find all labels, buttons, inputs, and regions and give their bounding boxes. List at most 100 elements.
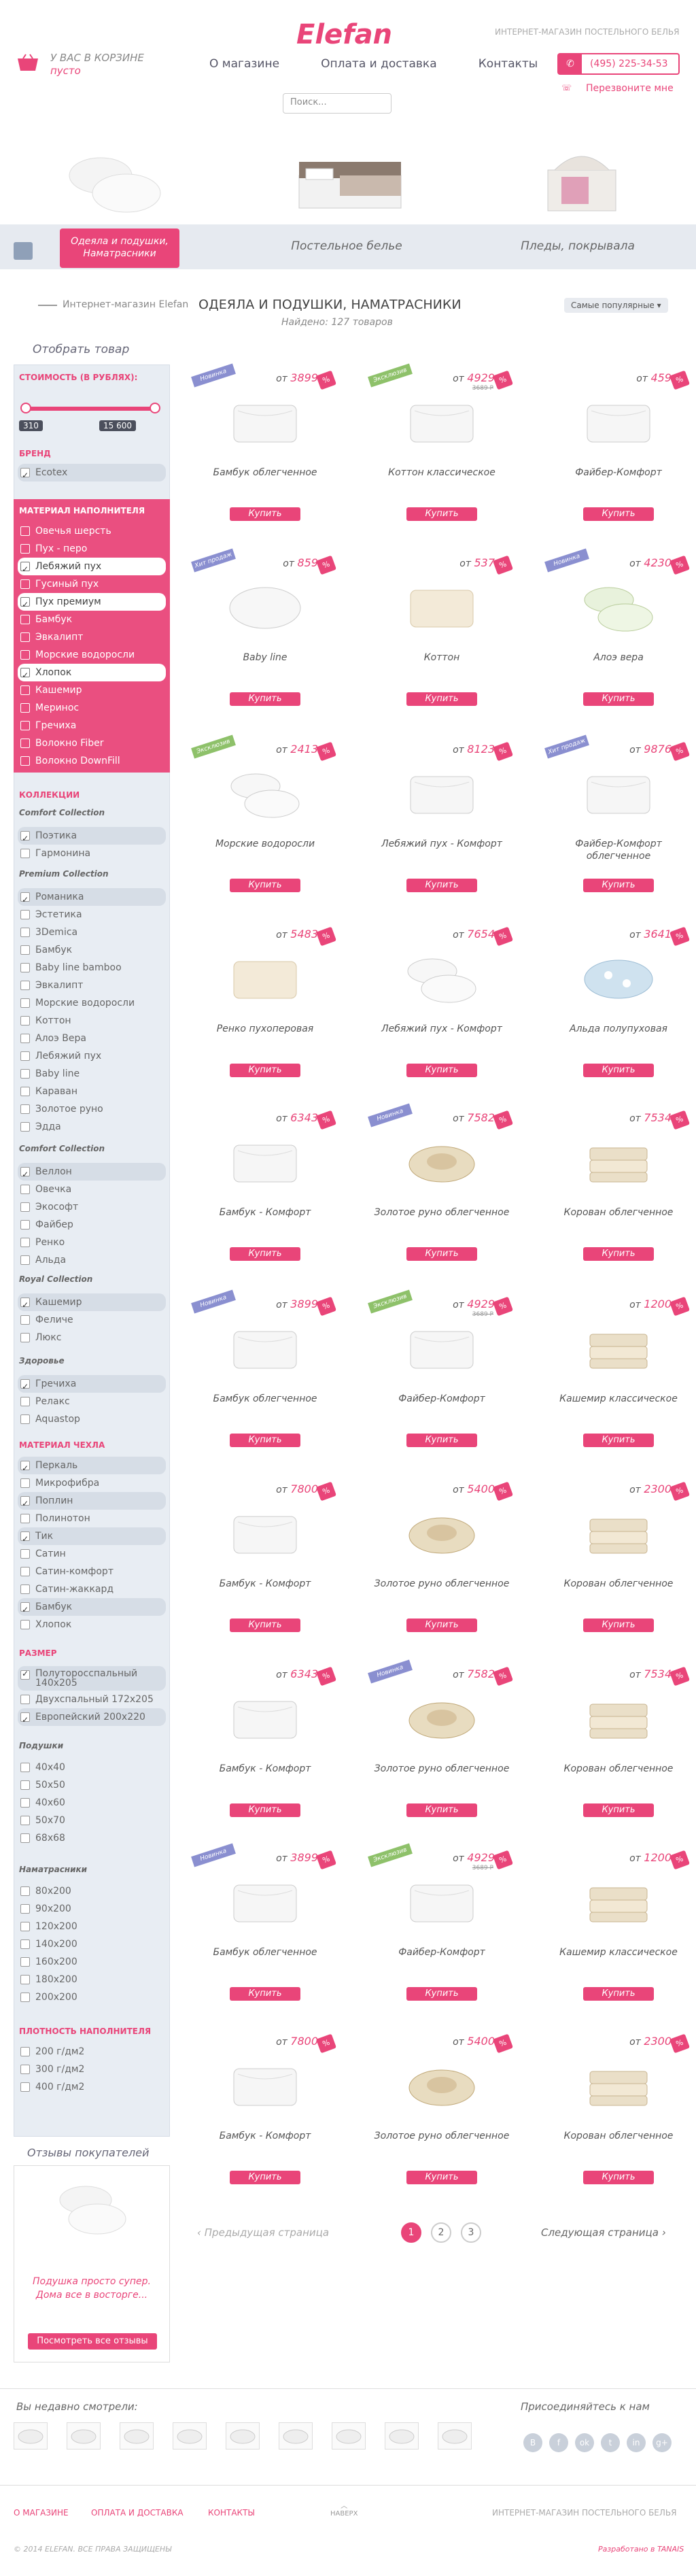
product-name[interactable]: Морские водоросли bbox=[193, 838, 337, 850]
social-icon[interactable]: B bbox=[523, 2433, 542, 2452]
checkbox[interactable] bbox=[20, 721, 30, 730]
buy-button[interactable]: Купить bbox=[230, 1987, 300, 2001]
buy-button[interactable]: Купить bbox=[583, 879, 654, 892]
checkbox-checked[interactable] bbox=[20, 1296, 30, 1314]
filter-option[interactable]: Пух премиум bbox=[18, 593, 166, 613]
product-name[interactable]: Бамбук - Комфорт bbox=[193, 2130, 337, 2142]
buy-button[interactable]: Купить bbox=[230, 879, 300, 892]
product-name[interactable]: Лебяжий пух - Комфорт bbox=[370, 838, 514, 850]
checkbox[interactable] bbox=[20, 1220, 30, 1230]
nav-about[interactable]: О магазине bbox=[209, 57, 279, 71]
checkbox[interactable] bbox=[20, 685, 30, 695]
filter-option[interactable]: Полуторосспальный 140х205 bbox=[18, 1666, 166, 1691]
buy-button[interactable]: Купить bbox=[583, 692, 654, 706]
checkbox[interactable] bbox=[20, 579, 30, 589]
checkbox[interactable] bbox=[20, 1922, 30, 1931]
checkbox[interactable] bbox=[20, 1975, 30, 1984]
category-bedding[interactable]: Постельное белье bbox=[245, 239, 449, 253]
product-name[interactable]: Кашемир классическое bbox=[546, 1393, 691, 1405]
product-name[interactable]: Корован облегченное bbox=[546, 2130, 691, 2142]
product-image[interactable] bbox=[401, 1130, 483, 1191]
checkbox-checked[interactable] bbox=[20, 891, 30, 909]
footer-link-contacts[interactable]: КОНТАКТЫ bbox=[208, 2508, 255, 2518]
product-name[interactable]: Файбер-Комфорт bbox=[370, 1393, 514, 1405]
buy-button[interactable]: Купить bbox=[406, 1619, 477, 1632]
product-name[interactable]: Золотое руно облегченное bbox=[370, 2130, 514, 2142]
buy-button[interactable]: Купить bbox=[230, 1434, 300, 1447]
checkbox[interactable] bbox=[20, 1584, 30, 1594]
checkbox-checked[interactable] bbox=[20, 1459, 30, 1477]
filter-option[interactable]: Морские водоросли bbox=[18, 994, 166, 1012]
filter-option[interactable]: Эстетика bbox=[18, 906, 166, 923]
product-name[interactable]: Бамбук облегченное bbox=[193, 1393, 337, 1405]
checkbox[interactable] bbox=[20, 1016, 30, 1026]
product-card[interactable]: от 5400% Золотое руно облегченное Купить bbox=[370, 2028, 514, 2202]
checkbox[interactable] bbox=[20, 526, 30, 536]
buy-button[interactable]: Купить bbox=[583, 1064, 654, 1077]
product-name[interactable]: Золотое руно облегченное bbox=[370, 1578, 514, 1590]
product-image[interactable] bbox=[224, 2054, 306, 2115]
checkbox[interactable] bbox=[20, 1087, 30, 1096]
product-name[interactable]: Бамбук - Комфорт bbox=[193, 1206, 337, 1219]
checkbox[interactable] bbox=[20, 1202, 30, 1212]
product-image[interactable] bbox=[401, 1687, 483, 1748]
product-name[interactable]: Корован облегченное bbox=[546, 1206, 691, 1219]
product-image[interactable] bbox=[401, 1502, 483, 1563]
filter-option[interactable]: Волокно DownFill bbox=[18, 752, 166, 770]
checkbox-checked[interactable] bbox=[20, 1711, 30, 1729]
product-name[interactable]: Бамбук - Комфорт bbox=[193, 1578, 337, 1590]
product-card[interactable]: от 2300% Корован облегченное Купить bbox=[546, 2028, 691, 2202]
product-card[interactable]: от 7654% Лебяжий пух - Комфорт Купить bbox=[370, 921, 514, 1095]
filter-option[interactable]: Кашемир bbox=[18, 681, 166, 699]
checkbox[interactable] bbox=[20, 1414, 30, 1424]
cart-icon[interactable] bbox=[16, 53, 39, 72]
buy-button[interactable]: Купить bbox=[583, 2171, 654, 2184]
recent-product-thumb[interactable] bbox=[14, 2422, 48, 2450]
product-image[interactable] bbox=[224, 390, 306, 452]
scroll-top[interactable]: ︿ НАВЕРХ bbox=[330, 2500, 358, 2518]
checkbox[interactable] bbox=[20, 615, 30, 624]
filter-option[interactable]: Бамбук bbox=[18, 1598, 166, 1619]
buy-button[interactable]: Купить bbox=[583, 1434, 654, 1447]
filter-option[interactable]: 300 г/дм2 bbox=[18, 2061, 166, 2078]
filter-option[interactable]: 180х200 bbox=[18, 1971, 166, 1988]
filter-option[interactable]: 200х200 bbox=[18, 1988, 166, 2006]
filter-option[interactable]: Хлопок bbox=[18, 664, 166, 684]
phone-box[interactable]: ✆ (495) 225-34-53 bbox=[557, 53, 680, 75]
product-card[interactable]: от 6343% Бамбук - Комфорт Купить bbox=[193, 1661, 337, 1835]
product-image[interactable] bbox=[578, 1870, 659, 1931]
filter-option[interactable]: Кашемир bbox=[18, 1293, 166, 1314]
filter-option[interactable]: Гусиный пух bbox=[18, 575, 166, 593]
buy-button[interactable]: Купить bbox=[583, 1619, 654, 1632]
price-slider-track[interactable] bbox=[23, 407, 158, 411]
filter-option[interactable]: Караван bbox=[18, 1083, 166, 1100]
product-name[interactable]: Лебяжий пух - Комфорт bbox=[370, 1023, 514, 1035]
checkbox[interactable] bbox=[20, 2082, 30, 2092]
filter-option[interactable]: Ренко bbox=[18, 1234, 166, 1251]
checkbox[interactable] bbox=[20, 1122, 30, 1132]
buy-button[interactable]: Купить bbox=[406, 1064, 477, 1077]
filter-option[interactable]: Эвкалипт bbox=[18, 977, 166, 994]
product-card[interactable]: от 9876% Хит продаж Файбер-Комфорт облегче… bbox=[544, 734, 691, 910]
product-name[interactable]: Золотое руно облегченное bbox=[370, 1206, 514, 1219]
checkbox[interactable] bbox=[20, 1886, 30, 1896]
filter-option[interactable]: Baby line bamboo bbox=[18, 959, 166, 977]
product-card[interactable]: от 7800% Бамбук - Комфорт Купить bbox=[193, 2028, 337, 2202]
footer-link-delivery[interactable]: ОПЛАТА И ДОСТАВКА bbox=[91, 2508, 184, 2518]
checkbox[interactable] bbox=[20, 1939, 30, 1949]
filter-option[interactable]: 400 г/дм2 bbox=[18, 2078, 166, 2096]
product-card[interactable]: от 8123% Лебяжий пух - Комфорт Купить bbox=[370, 736, 514, 910]
buy-button[interactable]: Купить bbox=[230, 2171, 300, 2184]
product-image[interactable] bbox=[578, 2054, 659, 2115]
checkbox[interactable] bbox=[20, 1069, 30, 1079]
filter-option[interactable]: 40х40 bbox=[18, 1759, 166, 1776]
nav-delivery[interactable]: Оплата и доставка bbox=[321, 57, 436, 71]
category-plaids[interactable]: Пледы, покрывала bbox=[476, 239, 680, 253]
filter-option[interactable]: Гречиха bbox=[18, 717, 166, 734]
recent-product-thumb[interactable] bbox=[67, 2422, 101, 2450]
category-active[interactable]: Одеяла и подушки, Наматрасники bbox=[60, 228, 179, 268]
filter-option[interactable]: 200 г/дм2 bbox=[18, 2043, 166, 2061]
product-image[interactable] bbox=[224, 575, 306, 637]
checkbox-checked[interactable] bbox=[20, 1601, 30, 1619]
product-image[interactable] bbox=[401, 575, 483, 637]
